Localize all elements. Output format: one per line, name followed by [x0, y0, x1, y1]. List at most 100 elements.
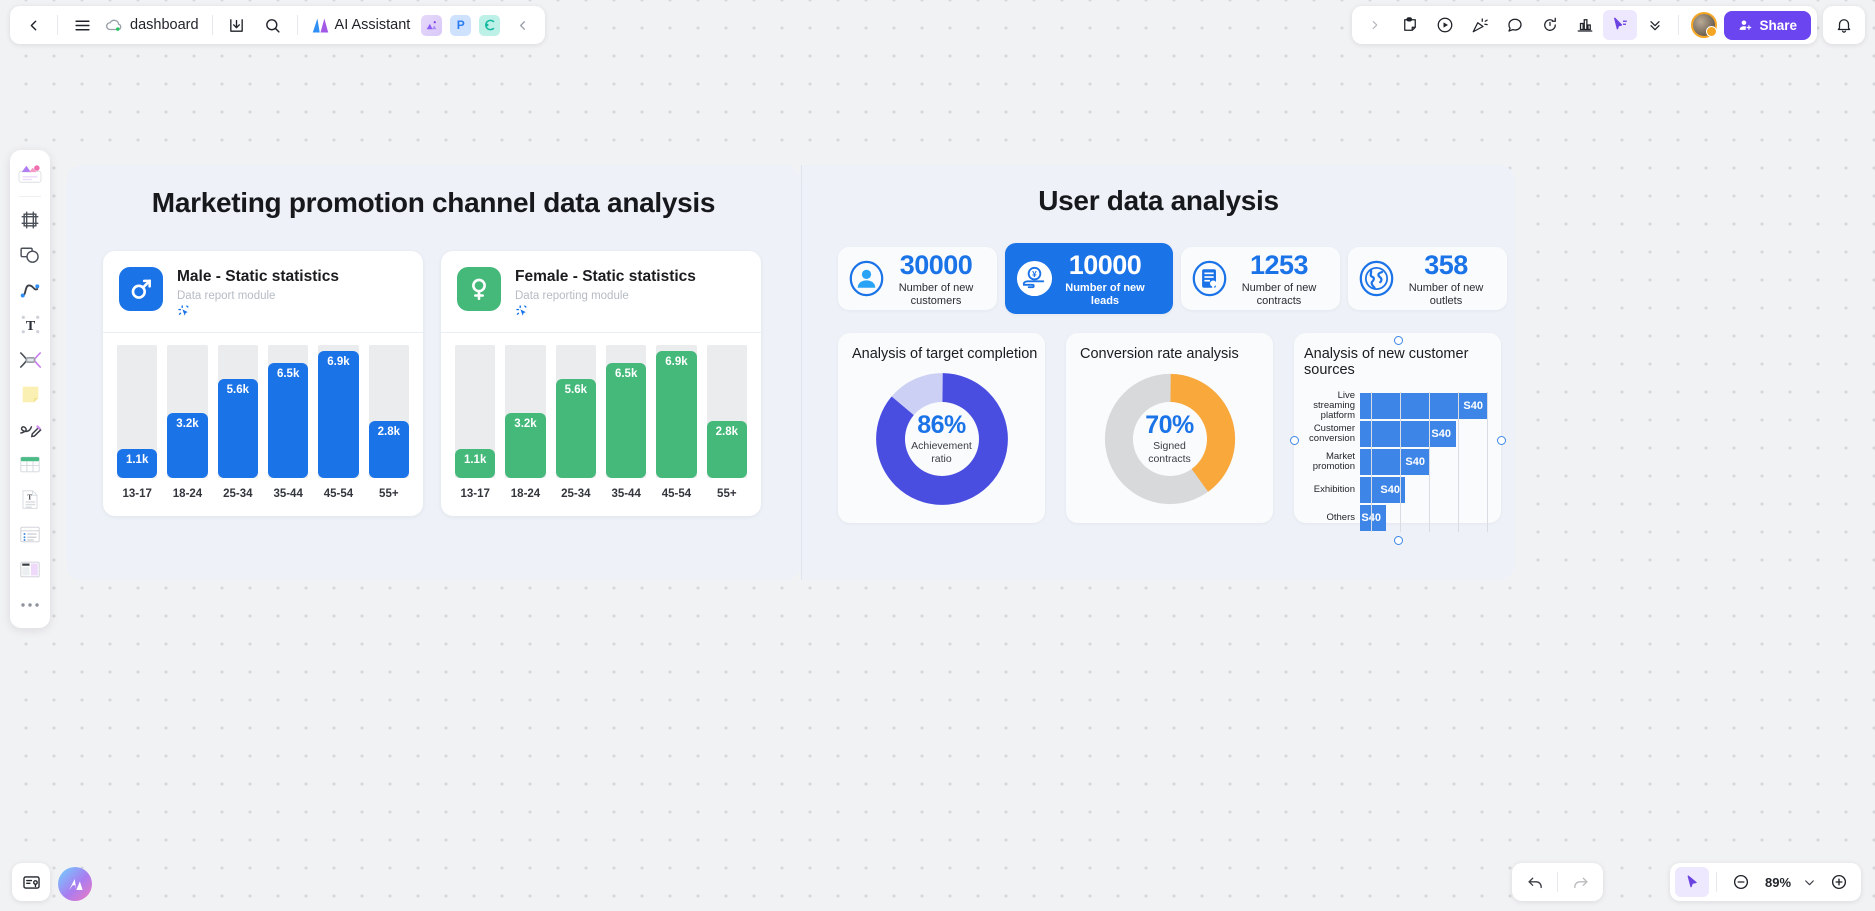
zoom-in-button[interactable] — [1822, 867, 1856, 897]
tool-connector[interactable] — [15, 343, 46, 376]
hbar-row[interactable]: Exhibition S40 — [1294, 476, 1491, 504]
selection-handle-top[interactable] — [1394, 336, 1403, 345]
bar-column[interactable]: 3.2k18-24 — [505, 345, 545, 500]
comment-button[interactable] — [1498, 10, 1532, 40]
pointer-tool-button[interactable] — [1675, 867, 1709, 897]
bar-column[interactable]: 6.5k35-44 — [268, 345, 308, 500]
conversion-rate-donut[interactable]: 70% Signed contracts — [1103, 372, 1237, 506]
search-button[interactable] — [256, 10, 290, 40]
document-title-area[interactable]: dashboard — [101, 16, 205, 34]
share-button[interactable]: Share — [1724, 11, 1811, 40]
tool-more[interactable] — [15, 588, 46, 621]
bar-column[interactable]: 2.8k55+ — [707, 345, 747, 500]
female-statistics-card[interactable]: Female - Static statistics Data reportin… — [441, 251, 761, 516]
bar-column[interactable]: 6.9k45-54 — [318, 345, 358, 500]
chevron-double-down-icon — [1647, 17, 1663, 33]
brand-logo[interactable] — [58, 867, 92, 901]
back-button[interactable] — [16, 10, 50, 40]
chart-button[interactable] — [1568, 10, 1602, 40]
presentation-app-icon[interactable]: P — [450, 15, 471, 36]
bar-column[interactable]: 1.1k13-17 — [455, 345, 495, 500]
undo-button[interactable] — [1518, 867, 1552, 897]
tool-table[interactable] — [15, 448, 46, 481]
play-button[interactable] — [1428, 10, 1462, 40]
confetti-icon — [1471, 16, 1489, 34]
female-bar-chart[interactable]: 1.1k13-17 3.2k18-24 5.6k25-34 6.5k35-44 … — [441, 333, 761, 508]
tool-pen[interactable] — [15, 413, 46, 446]
shape-icon — [19, 245, 41, 265]
hbar-row[interactable]: Market promotion S40 — [1294, 448, 1491, 476]
mini-card-title: Conversion rate analysis — [1066, 333, 1273, 362]
zoom-level[interactable]: 89% — [1760, 875, 1796, 890]
hbar-row[interactable]: Live streaming platform S40 — [1294, 392, 1491, 420]
collapse-toolbar-button[interactable] — [505, 10, 539, 40]
tool-templates[interactable] — [15, 157, 46, 190]
bar-column[interactable]: 3.2k18-24 — [167, 345, 207, 500]
kpi-text: 10000 Number of new leads — [1063, 250, 1147, 307]
user-data-frame[interactable]: User data analysis 30000 Number of new c… — [801, 165, 1515, 580]
kpi-new-outlets[interactable]: 358 Number of new outlets — [1348, 247, 1507, 310]
selection-handle-left[interactable] — [1290, 436, 1299, 445]
user-avatar[interactable] — [1691, 12, 1717, 38]
minimap-button[interactable] — [12, 863, 50, 901]
tool-frame[interactable] — [15, 203, 46, 236]
bar-category: 35-44 — [268, 488, 308, 500]
tool-list[interactable] — [15, 518, 46, 551]
customer-sources-card[interactable]: Analysis of new customer sources Live st… — [1294, 333, 1501, 523]
tool-line[interactable] — [15, 273, 46, 306]
male-bar-chart[interactable]: 1.1k13-17 3.2k18-24 5.6k25-34 6.5k35-44 … — [103, 333, 423, 508]
zoom-out-button[interactable] — [1724, 867, 1758, 897]
bar-value: 6.5k — [606, 363, 646, 478]
hbar-label: Live streaming platform — [1294, 391, 1360, 421]
kpi-new-leads[interactable]: ¥ 10000 Number of new leads — [1005, 243, 1173, 314]
bar-column[interactable]: 5.6k25-34 — [556, 345, 596, 500]
globe-icon — [1358, 260, 1395, 297]
gridline — [1429, 392, 1430, 532]
tool-sticky-note[interactable] — [15, 378, 46, 411]
donut-value: 86% — [917, 413, 966, 438]
download-button[interactable] — [220, 10, 254, 40]
sticker-button[interactable] — [1393, 10, 1427, 40]
customer-sources-bar-chart[interactable]: Live streaming platform S40 Customer con… — [1294, 378, 1501, 542]
bar-column[interactable]: 6.9k45-54 — [656, 345, 696, 500]
target-completion-card[interactable]: Analysis of target completion 86% Achiev… — [838, 333, 1045, 523]
hbar-row[interactable]: Others S40 — [1294, 504, 1491, 532]
redo-button[interactable] — [1563, 867, 1597, 897]
tool-document[interactable]: T — [15, 483, 46, 516]
male-statistics-card[interactable]: Male - Static statistics Data report mod… — [103, 251, 423, 516]
notification-button[interactable] — [1827, 10, 1861, 40]
notification-area — [1823, 6, 1865, 44]
kpi-new-customers[interactable]: 30000 Number of new customers — [838, 247, 997, 310]
divider — [1557, 872, 1558, 892]
kpi-label: Number of new contracts — [1237, 282, 1321, 307]
gridline — [1458, 392, 1459, 532]
mindmap-app-icon[interactable] — [479, 15, 500, 36]
kpi-text: 30000 Number of new customers — [894, 250, 978, 307]
target-completion-donut[interactable]: 86% Achievement ratio — [875, 372, 1009, 506]
expand-toolbar-button[interactable] — [1358, 10, 1392, 40]
marketing-frame[interactable]: Marketing promotion channel data analysi… — [66, 165, 801, 580]
tool-layout[interactable] — [15, 553, 46, 586]
kpi-new-contracts[interactable]: 1253 Number of new contracts — [1181, 247, 1340, 310]
hbar-row[interactable]: Customer conversion S40 — [1294, 420, 1491, 448]
celebrate-button[interactable] — [1463, 10, 1497, 40]
ai-assistant-button[interactable]: AI Assistant — [305, 17, 417, 34]
conversion-rate-card[interactable]: Conversion rate analysis 70% Signed cont… — [1066, 333, 1273, 523]
bar-column[interactable]: 1.1k13-17 — [117, 345, 157, 500]
zoom-menu-button[interactable] — [1798, 867, 1820, 897]
timer-button[interactable] — [1533, 10, 1567, 40]
selection-handle-bottom[interactable] — [1394, 536, 1403, 545]
more-options-button[interactable] — [1638, 10, 1672, 40]
tool-shape[interactable] — [15, 238, 46, 271]
sticker-icon — [1401, 16, 1419, 34]
card-title: Female - Static statistics — [515, 267, 696, 287]
cursor-select-button[interactable] — [1603, 10, 1637, 40]
image-app-icon[interactable] — [421, 15, 442, 36]
male-gender-icon — [119, 267, 163, 311]
selection-handle-right[interactable] — [1497, 436, 1506, 445]
menu-button[interactable] — [65, 10, 99, 40]
bar-column[interactable]: 2.8k55+ — [369, 345, 409, 500]
bar-column[interactable]: 5.6k25-34 — [218, 345, 258, 500]
tool-text[interactable]: T — [15, 308, 46, 341]
bar-column[interactable]: 6.5k35-44 — [606, 345, 646, 500]
